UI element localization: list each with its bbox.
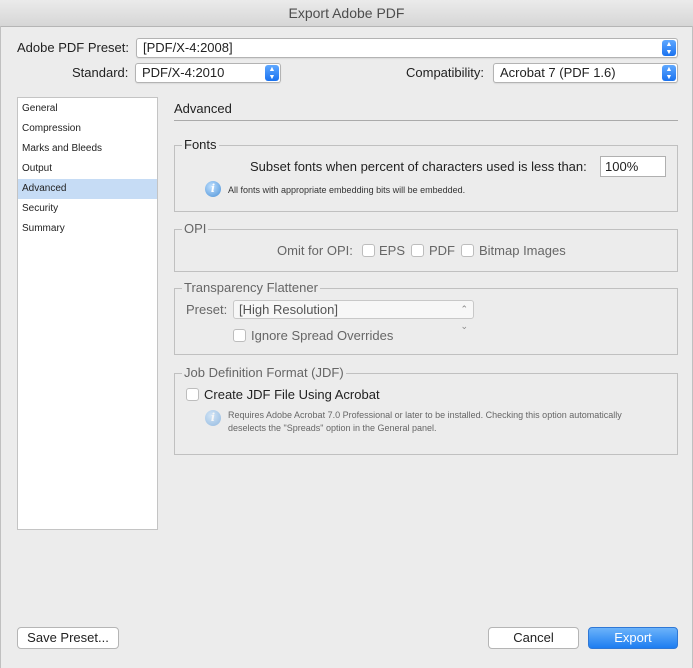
sidebar-item-summary[interactable]: Summary <box>18 219 157 239</box>
sidebar-item-marks-and-bleeds[interactable]: Marks and Bleeds <box>18 139 157 159</box>
save-preset-button[interactable]: Save Preset... <box>17 627 119 649</box>
opi-group <box>174 229 678 272</box>
ignore-spread-overrides-label: Ignore Spread Overrides <box>251 328 394 343</box>
transparency-group <box>174 288 678 355</box>
standard-label: Standard: <box>72 65 129 80</box>
section-title: Advanced <box>174 101 232 116</box>
chevron-updown-icon: ⌃ ⌄ <box>460 304 468 331</box>
sidebar-item-general[interactable]: General <box>18 99 157 119</box>
chevron-updown-icon: ▲ ▼ <box>662 40 676 56</box>
chevron-updown-icon: ▲ ▼ <box>265 65 279 81</box>
standard-select[interactable]: PDF/X-4:2010 ▲ ▼ <box>135 63 281 83</box>
ignore-spread-overrides-checkbox[interactable] <box>233 329 246 342</box>
compatibility-value: Acrobat 7 (PDF 1.6) <box>500 65 616 80</box>
jdf-info-line1: Requires Adobe Acrobat 7.0 Professional … <box>228 410 622 420</box>
flattener-preset-select[interactable]: [High Resolution] ⌃ ⌄ <box>233 300 474 331</box>
opi-eps-checkbox[interactable] <box>362 244 375 257</box>
opi-group-title: OPI <box>182 221 209 236</box>
preset-select[interactable]: [PDF/X-4:2008] ▲ ▼ <box>136 38 678 58</box>
info-icon: i <box>205 181 221 197</box>
subset-fonts-input[interactable]: 100% <box>600 156 666 177</box>
fonts-group-title: Fonts <box>182 137 219 152</box>
omit-for-opi-label: Omit for OPI: <box>277 243 353 258</box>
preset-value: [PDF/X-4:2008] <box>143 40 233 55</box>
window-edge-left <box>0 26 1 668</box>
opi-eps-label: EPS <box>379 243 406 258</box>
transparency-group-title: Transparency Flattener <box>182 280 320 295</box>
info-icon: i <box>205 410 221 426</box>
opi-bitmap-checkbox[interactable] <box>461 244 474 257</box>
flattener-preset-value: [High Resolution] <box>239 302 338 317</box>
compatibility-label: Compatibility: <box>406 65 485 80</box>
jdf-info-line2: deselects the "Spreads" option in the Ge… <box>228 423 437 433</box>
cancel-button[interactable]: Cancel <box>488 627 579 649</box>
flattener-preset-label: Preset: <box>186 302 228 317</box>
sidebar-item-advanced[interactable]: Advanced <box>18 179 157 199</box>
chevron-updown-icon: ▲ ▼ <box>662 65 676 81</box>
compatibility-select[interactable]: Acrobat 7 (PDF 1.6) ▲ ▼ <box>493 63 678 83</box>
opi-bitmap-label: Bitmap Images <box>479 243 566 258</box>
sidebar-item-compression[interactable]: Compression <box>18 119 157 139</box>
section-divider <box>174 120 678 121</box>
standard-value: PDF/X-4:2010 <box>142 65 225 80</box>
export-button[interactable]: Export <box>588 627 678 649</box>
sidebar-item-security[interactable]: Security <box>18 199 157 219</box>
opi-pdf-checkbox[interactable] <box>411 244 424 257</box>
create-jdf-label: Create JDF File Using Acrobat <box>204 387 380 402</box>
opi-pdf-label: PDF <box>429 243 455 258</box>
window-title: Export Adobe PDF <box>0 0 693 27</box>
sidebar-item-output[interactable]: Output <box>18 159 157 179</box>
fonts-info-text: All fonts with appropriate embedding bit… <box>228 185 466 195</box>
preset-label: Adobe PDF Preset: <box>17 40 129 55</box>
jdf-group-title: Job Definition Format (JDF) <box>182 365 346 380</box>
sidebar: General Compression Marks and Bleeds Out… <box>17 97 158 530</box>
subset-fonts-label: Subset fonts when percent of characters … <box>250 159 587 174</box>
create-jdf-checkbox[interactable] <box>186 388 199 401</box>
